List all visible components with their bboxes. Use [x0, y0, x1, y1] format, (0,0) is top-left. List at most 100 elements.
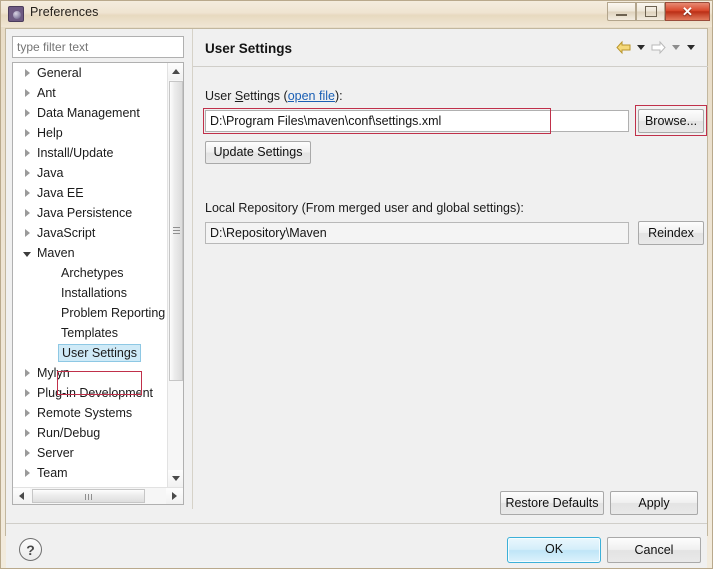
preferences-tree[interactable]: General Ant Data Management Help Install/Upd… — [12, 62, 184, 505]
user-settings-label-mnemonic: S — [234, 89, 244, 103]
tree-collapsed-arrow-icon[interactable] — [21, 403, 33, 423]
tree-item-mylyn[interactable]: Mylyn — [13, 363, 168, 383]
apply-button[interactable]: Apply — [610, 491, 698, 515]
tree-collapsed-arrow-icon[interactable] — [21, 443, 33, 463]
minimize-button[interactable] — [607, 2, 636, 21]
scroll-right-arrow-icon[interactable] — [166, 488, 183, 504]
preferences-dialog: Preferences ✕ General Ant Data Management H… — [0, 0, 713, 569]
tree-item-label: Server — [37, 446, 74, 460]
tree-collapsed-arrow-icon[interactable] — [21, 223, 33, 243]
tree-item-label: Java Persistence — [37, 206, 133, 220]
tree-item-problem-reporting[interactable]: Problem Reporting — [13, 303, 168, 323]
dialog-body: General Ant Data Management Help Install/Upd… — [5, 28, 708, 568]
browse-button[interactable]: Browse... — [638, 109, 704, 133]
tree-item-label: Install/Update — [37, 146, 114, 160]
tree-item-install-update[interactable]: Install/Update — [13, 143, 168, 163]
scroll-down-arrow-icon[interactable] — [168, 470, 183, 487]
tree-item-label: General — [37, 66, 82, 80]
tree-item-ant[interactable]: Ant — [13, 83, 168, 103]
back-history-chevron-down-icon[interactable] — [637, 45, 645, 50]
tree-item-java-ee[interactable]: Java EE — [13, 183, 168, 203]
dialog-footer: ? OK Cancel — [6, 524, 707, 568]
close-button[interactable]: ✕ — [665, 2, 710, 21]
local-repository-input[interactable] — [205, 222, 629, 244]
tree-item-maven[interactable]: Maven — [13, 243, 168, 263]
horizontal-scrollbar-thumb[interactable] — [32, 489, 145, 503]
user-settings-input[interactable] — [205, 110, 629, 132]
tree-item-javascript[interactable]: JavaScript — [13, 223, 168, 243]
tree-collapsed-arrow-icon[interactable] — [21, 123, 33, 143]
restore-button[interactable] — [636, 2, 665, 21]
tree-collapsed-arrow-icon[interactable] — [21, 363, 33, 383]
tree-item-label: Problem Reporting — [61, 306, 166, 320]
ok-button[interactable]: OK — [507, 537, 601, 563]
tree-item-java-persistence[interactable]: Java Persistence — [13, 203, 168, 223]
tree-item-label: Templates — [61, 326, 118, 340]
tree-item-label: Java — [37, 166, 64, 180]
page-navigation — [615, 40, 697, 55]
cancel-button[interactable]: Cancel — [607, 537, 701, 563]
tree-item-label: Archetypes — [61, 266, 124, 280]
tree-item-label: User Settings — [58, 344, 142, 362]
horizontal-scrollbar[interactable] — [13, 487, 183, 504]
tree-clip: General Ant Data Management Help Install/Upd… — [13, 63, 168, 487]
tree-collapsed-arrow-icon[interactable] — [21, 183, 33, 203]
tree-item-remote-systems[interactable]: Remote Systems — [13, 403, 168, 423]
tree-item-plug-in-development[interactable]: Plug-in Development — [13, 383, 168, 403]
preferences-gear-icon — [8, 6, 24, 22]
tree-item-label: JavaScript — [37, 226, 96, 240]
tree-item-label: Run/Debug — [37, 426, 101, 440]
update-settings-button[interactable]: Update Settings — [205, 141, 311, 164]
tree-item-run-debug[interactable]: Run/Debug — [13, 423, 168, 443]
tree-collapsed-arrow-icon[interactable] — [21, 463, 33, 483]
tree-item-java[interactable]: Java — [13, 163, 168, 183]
forward-history-chevron-down-icon — [672, 45, 680, 50]
settings-page: User Settings User Settings (open file):… — [192, 29, 708, 515]
tree-item-archetypes[interactable]: Archetypes — [13, 263, 168, 283]
user-settings-label-rest: ettings ( — [243, 89, 288, 103]
forward-arrow-icon — [651, 40, 666, 55]
tree-item-server[interactable]: Server — [13, 443, 168, 463]
tree-collapsed-arrow-icon[interactable] — [21, 103, 33, 123]
page-title: User Settings — [205, 41, 293, 56]
restore-defaults-button[interactable]: Restore Defaults — [500, 491, 604, 515]
tree-item-user-settings[interactable]: User Settings — [13, 343, 168, 363]
scroll-left-arrow-icon[interactable] — [13, 488, 30, 504]
vertical-scrollbar-thumb[interactable] — [169, 81, 183, 381]
tree-collapsed-arrow-icon[interactable] — [21, 143, 33, 163]
tree-collapsed-arrow-icon[interactable] — [21, 63, 33, 83]
tree-collapsed-arrow-icon[interactable] — [21, 163, 33, 183]
tree-item-team[interactable]: Team — [13, 463, 168, 483]
close-icon: ✕ — [682, 4, 693, 19]
reindex-button[interactable]: Reindex — [638, 221, 704, 245]
open-file-link[interactable]: open file — [288, 89, 335, 103]
tree-item-general[interactable]: General — [13, 63, 168, 83]
vertical-scrollbar[interactable] — [167, 63, 183, 487]
user-settings-label: User Settings (open file): — [205, 89, 343, 103]
tree-expanded-arrow-icon[interactable] — [21, 243, 33, 263]
tree-item-label: Team — [37, 466, 68, 480]
user-settings-label-prefix: User — [205, 89, 235, 103]
tree-item-label: Mylyn — [37, 366, 70, 380]
restore-icon — [637, 3, 664, 20]
minimize-icon — [608, 3, 635, 20]
tree-item-label: Plug-in Development — [37, 386, 154, 400]
tree-collapsed-arrow-icon[interactable] — [21, 83, 33, 103]
tree-collapsed-arrow-icon[interactable] — [21, 203, 33, 223]
help-icon[interactable]: ? — [19, 538, 42, 561]
back-arrow-icon[interactable] — [615, 40, 632, 55]
filter-input[interactable] — [12, 36, 184, 58]
tree-item-templates[interactable]: Templates — [13, 323, 168, 343]
scroll-up-arrow-icon[interactable] — [168, 63, 183, 80]
tree-item-label: Java EE — [37, 186, 84, 200]
window-title: Preferences — [30, 5, 99, 19]
tree-item-label: Remote Systems — [37, 406, 133, 420]
view-menu-chevron-down-icon[interactable] — [687, 45, 695, 50]
heading-divider — [193, 66, 708, 67]
tree-collapsed-arrow-icon[interactable] — [21, 383, 33, 403]
tree-item-data-management[interactable]: Data Management — [13, 103, 168, 123]
tree-item-installations[interactable]: Installations — [13, 283, 168, 303]
tree-item-help[interactable]: Help — [13, 123, 168, 143]
tree-collapsed-arrow-icon[interactable] — [21, 423, 33, 443]
tree-item-label: Installations — [61, 286, 128, 300]
